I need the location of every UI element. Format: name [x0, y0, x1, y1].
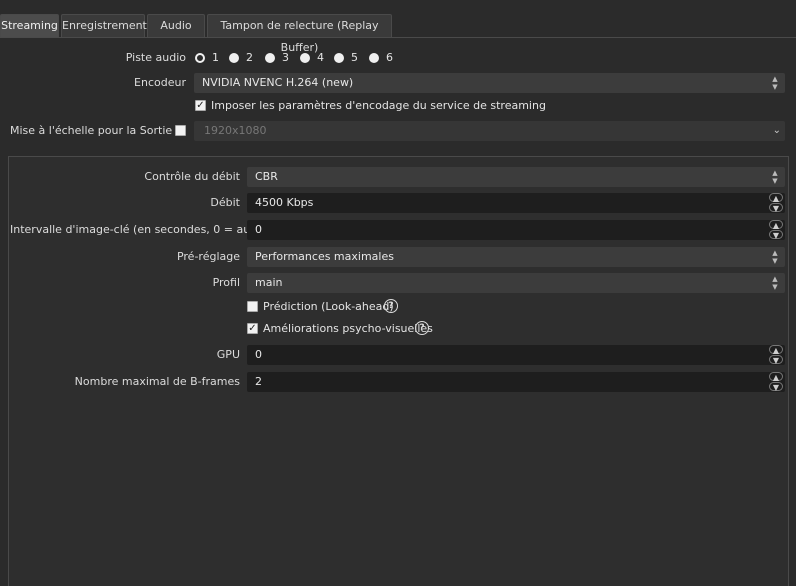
lookahead-checkbox[interactable] — [247, 301, 258, 312]
spinner-icon[interactable]: ▲ ▼ — [767, 345, 785, 365]
audio-track-radio-1[interactable] — [195, 53, 205, 63]
rate-control-label: Contrôle du débit — [144, 170, 240, 183]
tab-divider — [0, 37, 796, 38]
spinner-icon[interactable]: ▲ ▼ — [767, 193, 785, 213]
bframes-input[interactable]: 2 ▲ ▼ — [247, 372, 785, 392]
profile-value: main — [255, 276, 283, 289]
audio-track-radio-label: 1 — [212, 51, 219, 64]
rescale-label: Mise à l'échelle pour la Sortie — [10, 124, 173, 137]
keyframe-input[interactable]: 0 ▲ ▼ — [247, 220, 785, 240]
tab-replay-buffer[interactable]: Tampon de relecture (Replay Buffer) — [207, 14, 392, 54]
preset-value: Performances maximales — [255, 250, 394, 263]
chevron-updown-icon: ▲ ▼ — [772, 169, 778, 185]
encoder-select[interactable]: NVIDIA NVENC H.264 (new) ▲ ▼ — [194, 73, 785, 93]
bframes-label: Nombre maximal de B-frames — [74, 375, 240, 388]
bitrate-input[interactable]: 4500 Kbps ▲ ▼ — [247, 193, 785, 213]
rate-control-select[interactable]: CBR ▲ ▼ — [247, 167, 785, 187]
preset-label: Pré-réglage — [176, 250, 240, 263]
audio-track-radio-5[interactable] — [334, 53, 344, 63]
keyframe-label: Intervalle d'image-clé (en secondes, 0 =… — [10, 223, 266, 236]
enforce-service-label: Imposer les paramètres d'encodage du ser… — [211, 99, 546, 112]
audio-track-radio-6[interactable] — [369, 53, 379, 63]
preset-select[interactable]: Performances maximales ▲ ▼ — [247, 247, 785, 267]
keyframe-value: 0 — [255, 223, 262, 236]
enforce-service-checkbox[interactable]: ✓ — [195, 100, 206, 111]
rescale-resolution-value: 1920x1080 — [204, 124, 267, 137]
bitrate-label: Débit — [210, 196, 240, 209]
help-icon[interactable]: ? — [384, 299, 398, 313]
audio-track-label: Piste audio — [125, 51, 186, 64]
audio-track-radio-label: 4 — [317, 51, 324, 64]
profile-label: Profil — [212, 276, 240, 289]
psycho-visual-checkbox[interactable]: ✓ — [247, 323, 258, 334]
audio-track-radio-label: 6 — [386, 51, 393, 64]
encoder-value: NVIDIA NVENC H.264 (new) — [202, 76, 354, 89]
lookahead-label: Prédiction (Look-ahead) — [263, 300, 394, 313]
chevron-updown-icon: ▲ ▼ — [772, 275, 778, 291]
audio-track-radio-4[interactable] — [300, 53, 310, 63]
audio-track-radio-3[interactable] — [265, 53, 275, 63]
tab-audio[interactable]: Audio — [147, 14, 205, 37]
audio-track-radio-label: 5 — [351, 51, 358, 64]
encoder-label: Encodeur — [134, 76, 186, 89]
gpu-value: 0 — [255, 348, 262, 361]
chevron-down-icon: ⌄ — [772, 125, 781, 136]
audio-track-radio-2[interactable] — [229, 53, 239, 63]
psycho-visual-label: Améliorations psycho-visuelles — [263, 322, 433, 335]
rate-control-value: CBR — [255, 170, 278, 183]
chevron-updown-icon: ▲ ▼ — [772, 75, 778, 91]
audio-track-radio-label: 3 — [282, 51, 289, 64]
help-icon[interactable]: ? — [415, 321, 429, 335]
gpu-input[interactable]: 0 ▲ ▼ — [247, 345, 785, 365]
tab-streaming[interactable]: Streaming — [0, 14, 59, 37]
bframes-value: 2 — [255, 375, 262, 388]
rescale-resolution-select[interactable]: 1920x1080 ⌄ — [194, 121, 785, 141]
bitrate-value: 4500 Kbps — [255, 196, 314, 209]
chevron-updown-icon: ▲ ▼ — [772, 249, 778, 265]
tab-bar: Streaming Enregistrement Audio Tampon de… — [0, 14, 796, 54]
audio-track-radio-label: 2 — [246, 51, 253, 64]
spinner-icon[interactable]: ▲ ▼ — [767, 372, 785, 392]
rescale-checkbox[interactable] — [175, 125, 186, 136]
gpu-label: GPU — [216, 348, 240, 361]
profile-select[interactable]: main ▲ ▼ — [247, 273, 785, 293]
tab-recording[interactable]: Enregistrement — [61, 14, 147, 37]
spinner-icon[interactable]: ▲ ▼ — [767, 220, 785, 240]
